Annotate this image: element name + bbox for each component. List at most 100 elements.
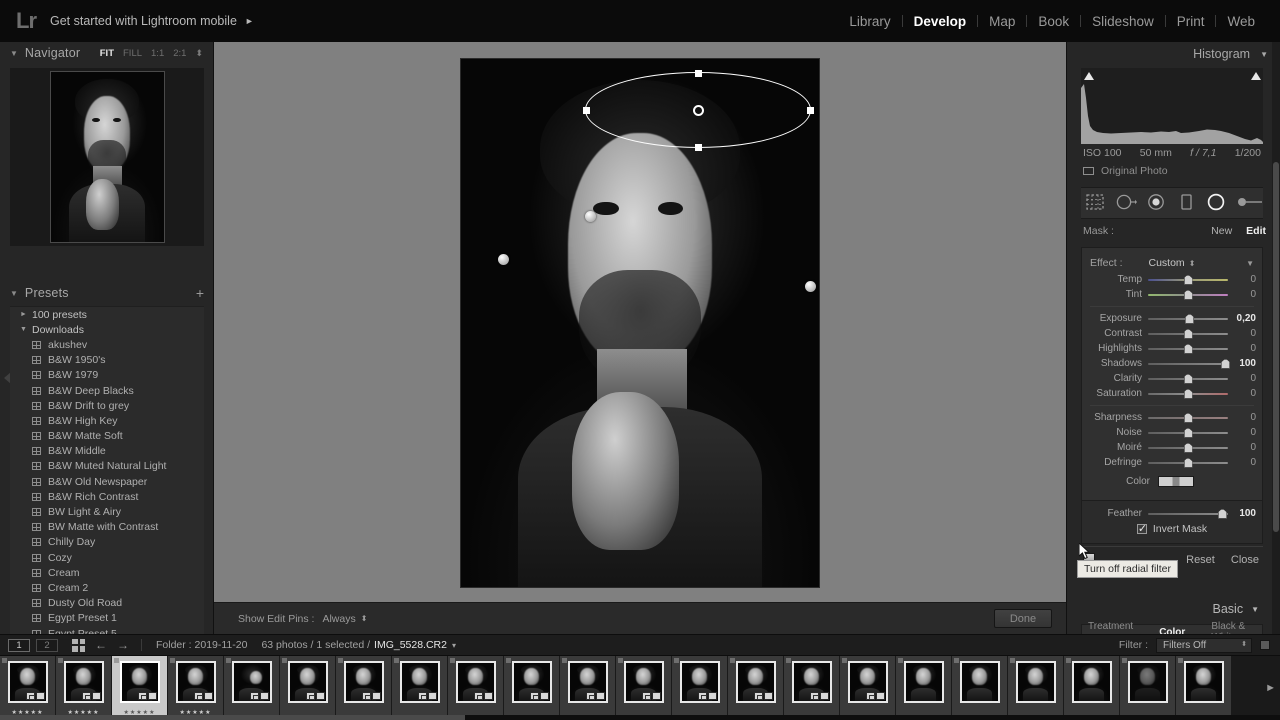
filter-toggle-button[interactable] bbox=[1260, 640, 1270, 650]
filmstrip-thumbnail[interactable]: ★★★★★ bbox=[56, 656, 111, 718]
preset-item[interactable]: akushev bbox=[10, 337, 204, 352]
crop-badge-icon[interactable] bbox=[585, 692, 595, 700]
develop-badge-icon[interactable] bbox=[147, 692, 157, 700]
crop-badge-icon[interactable] bbox=[305, 692, 315, 700]
slider-exposure[interactable]: Exposure 0,20 bbox=[1082, 311, 1262, 326]
slider-track[interactable] bbox=[1148, 508, 1228, 520]
filmstrip-thumbnail[interactable] bbox=[280, 656, 335, 718]
filename-dropdown-icon[interactable]: ▾ bbox=[452, 641, 456, 650]
chevron-right-icon[interactable]: ► bbox=[20, 311, 32, 318]
slider-value[interactable]: 0 bbox=[1228, 388, 1256, 399]
thumbnail-badges[interactable] bbox=[473, 692, 493, 700]
crop-overlay-tool[interactable] bbox=[1085, 193, 1107, 213]
flag-icon[interactable] bbox=[170, 658, 175, 663]
chevron-down-icon[interactable]: ▼ bbox=[1251, 605, 1259, 614]
filmstrip-thumbnail[interactable] bbox=[336, 656, 391, 718]
module-map[interactable]: Map bbox=[978, 14, 1026, 29]
preset-item[interactable]: B&W Matte Soft bbox=[10, 429, 204, 444]
flag-icon[interactable] bbox=[2, 658, 7, 663]
flag-icon[interactable] bbox=[786, 658, 791, 663]
crop-badge-icon[interactable] bbox=[697, 692, 707, 700]
thumbnail-badges[interactable] bbox=[249, 692, 269, 700]
crop-badge-icon[interactable] bbox=[417, 692, 427, 700]
develop-badge-icon[interactable] bbox=[203, 692, 213, 700]
flag-icon[interactable] bbox=[562, 658, 567, 663]
radial-reset-button[interactable]: Reset bbox=[1186, 554, 1215, 566]
develop-badge-icon[interactable] bbox=[483, 692, 493, 700]
module-slideshow[interactable]: Slideshow bbox=[1081, 14, 1165, 29]
flag-icon[interactable] bbox=[842, 658, 847, 663]
screen-2-button[interactable]: 2 bbox=[36, 638, 58, 652]
radial-handle-left[interactable] bbox=[582, 106, 590, 114]
flag-icon[interactable] bbox=[282, 658, 287, 663]
slider-track[interactable] bbox=[1148, 328, 1228, 340]
effect-menu-icon[interactable]: ▼ bbox=[1246, 259, 1254, 268]
radial-filter-tool[interactable] bbox=[1206, 193, 1228, 213]
histogram-graph[interactable] bbox=[1081, 68, 1263, 144]
folder-label[interactable]: Folder : 2019-11-20 bbox=[156, 639, 247, 651]
module-web[interactable]: Web bbox=[1216, 14, 1266, 29]
preset-item[interactable]: B&W Muted Natural Light bbox=[10, 459, 204, 474]
flag-icon[interactable] bbox=[58, 658, 63, 663]
main-photo[interactable] bbox=[460, 58, 820, 588]
histogram-header[interactable]: Histogram ▼ bbox=[1067, 42, 1280, 66]
radial-handle-top[interactable] bbox=[694, 69, 702, 77]
filmstrip-thumbnail[interactable] bbox=[616, 656, 671, 718]
slider-track[interactable] bbox=[1148, 427, 1228, 439]
filmstrip-scrollbar[interactable] bbox=[0, 715, 1280, 720]
slider-track[interactable] bbox=[1148, 343, 1228, 355]
slider-value[interactable]: 0 bbox=[1228, 457, 1256, 468]
develop-badge-icon[interactable] bbox=[315, 692, 325, 700]
promo-arrow-icon[interactable]: ► bbox=[245, 16, 254, 26]
done-button[interactable]: Done bbox=[994, 609, 1052, 628]
thumbnail-badges[interactable] bbox=[753, 692, 773, 700]
preset-item[interactable]: B&W 1950's bbox=[10, 353, 204, 368]
filmstrip-thumbnail-selected[interactable]: ★★★★★ bbox=[112, 656, 167, 718]
edit-pin[interactable] bbox=[585, 211, 596, 222]
color-swatch[interactable] bbox=[1158, 475, 1194, 487]
filmstrip-thumbnail[interactable] bbox=[224, 656, 279, 718]
flag-icon[interactable] bbox=[1178, 658, 1183, 663]
shadow-clipping-indicator[interactable] bbox=[1083, 70, 1094, 81]
radial-filter-center-pin[interactable] bbox=[692, 104, 704, 116]
flag-icon[interactable] bbox=[898, 658, 903, 663]
spot-removal-tool[interactable] bbox=[1115, 193, 1138, 213]
mask-new-button[interactable]: New bbox=[1211, 225, 1232, 237]
filmstrip-thumbnail[interactable] bbox=[840, 656, 895, 718]
go-forward-icon[interactable]: → bbox=[117, 638, 129, 652]
slider-track[interactable] bbox=[1148, 388, 1228, 400]
slider-noise[interactable]: Noise 0 bbox=[1082, 425, 1262, 440]
slider-shadows[interactable]: Shadows 100 bbox=[1082, 356, 1262, 371]
add-preset-icon[interactable]: + bbox=[196, 286, 204, 300]
crop-badge-icon[interactable] bbox=[641, 692, 651, 700]
filmstrip-thumbnail[interactable] bbox=[560, 656, 615, 718]
edit-pin[interactable] bbox=[498, 254, 509, 265]
current-filename[interactable]: IMG_5528.CR2 bbox=[374, 639, 447, 651]
slider-feather[interactable]: Feather 100 bbox=[1082, 506, 1262, 521]
preset-item[interactable]: Chilly Day bbox=[10, 535, 204, 550]
red-eye-correction-tool[interactable] bbox=[1146, 193, 1168, 213]
zoom-fill[interactable]: FILL bbox=[123, 48, 142, 59]
zoom-2-1[interactable]: 2:1 bbox=[173, 48, 186, 59]
original-photo-row[interactable]: Original Photo bbox=[1083, 165, 1280, 177]
develop-badge-icon[interactable] bbox=[875, 692, 885, 700]
slider-track[interactable] bbox=[1148, 412, 1228, 424]
preset-item[interactable]: B&W Rich Contrast bbox=[10, 489, 204, 504]
flag-icon[interactable] bbox=[1122, 658, 1127, 663]
adjustment-brush-tool[interactable] bbox=[1237, 193, 1262, 213]
crop-badge-icon[interactable] bbox=[81, 692, 91, 700]
develop-badge-icon[interactable] bbox=[259, 692, 269, 700]
preset-item[interactable]: B&W Middle bbox=[10, 444, 204, 459]
navigator-preview[interactable] bbox=[10, 68, 204, 246]
slider-value[interactable]: 0 bbox=[1228, 442, 1256, 453]
slider-value[interactable]: 0 bbox=[1228, 427, 1256, 438]
slider-value[interactable]: 0 bbox=[1228, 289, 1256, 300]
thumbnail-badges[interactable] bbox=[641, 692, 661, 700]
slider-value[interactable]: 100 bbox=[1228, 508, 1256, 519]
slider-defringe[interactable]: Defringe 0 bbox=[1082, 455, 1262, 470]
navigator-header[interactable]: ▼ Navigator FIT FILL 1:1 2:1 ⬍ bbox=[0, 42, 213, 64]
thumbnail-badges[interactable] bbox=[193, 692, 213, 700]
crop-badge-icon[interactable] bbox=[137, 692, 147, 700]
crop-badge-icon[interactable] bbox=[361, 692, 371, 700]
effect-stepper-icon[interactable]: ⬍ bbox=[1189, 259, 1196, 267]
